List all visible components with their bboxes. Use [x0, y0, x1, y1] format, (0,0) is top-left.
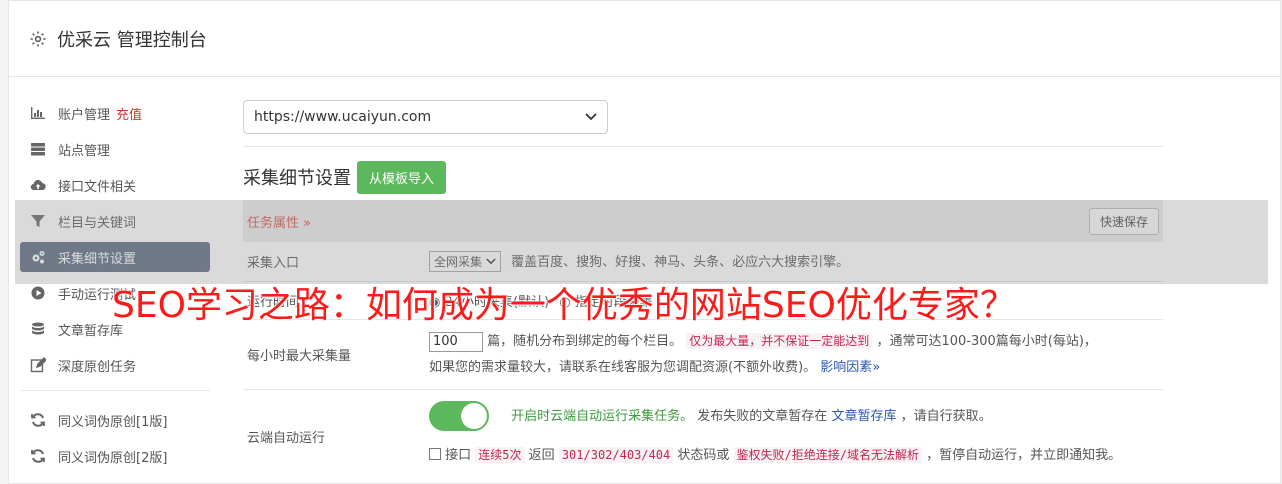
chevron-down-icon — [486, 258, 496, 265]
filter-icon — [31, 215, 45, 227]
cloud-check-6: 鉴权失败/拒绝连接/域名无法解析 — [733, 446, 922, 463]
sidebar-item-label: 采集细节设置 — [58, 251, 137, 267]
task-properties-label: 任务属性 — [247, 215, 300, 231]
cloud-auto-run-label: 云端自动运行 — [247, 430, 326, 446]
influence-factors-link[interactable]: 影响因素» — [820, 360, 880, 375]
gears-icon — [32, 251, 45, 264]
site-select[interactable]: https://www.ucaiyun.com — [243, 100, 608, 134]
sidebar-item-account[interactable]: 账户管理 充值 — [20, 98, 210, 128]
cloud-check-1: 接口 — [445, 447, 472, 463]
runtime-label: 运行时间 — [247, 295, 300, 310]
cloud-auto-run-toggle[interactable] — [429, 401, 489, 431]
double-chevron-down-icon: » — [303, 215, 312, 231]
sidebar-item-synonym-v1[interactable]: 同义词伪原创[1版] — [20, 405, 210, 435]
radio-24h-label: 24小时采集(默认) — [444, 295, 550, 310]
sidebar-item-columns-keywords[interactable]: 栏目与关键词 — [20, 206, 210, 236]
refresh-icon — [31, 449, 45, 463]
radio-period-label: 指定时段采集 — [574, 295, 653, 310]
collect-entry-select[interactable]: 全网采集 — [429, 251, 502, 272]
task-properties-toggle[interactable]: 任务属性 » — [247, 212, 311, 231]
sidebar-divider — [20, 390, 210, 391]
play-circle-icon — [31, 286, 45, 300]
sidebar-item-label: 接口文件相关 — [58, 179, 137, 195]
article-store-link[interactable]: 文章暂存库 — [831, 409, 896, 424]
row-max-per-hour: 每小时最大采集量 100 篇，随机分布到绑定的每个栏目。 仅为最大量，并不保证一… — [243, 320, 1163, 390]
refresh-icon — [31, 413, 45, 427]
edit-icon — [30, 357, 46, 373]
top-bar: 优采云 管理控制台 — [9, 1, 1280, 77]
sidebar-item-label: 站点管理 — [58, 143, 111, 159]
sidebar-item-manual-run[interactable]: 手动运行测试 — [20, 278, 210, 308]
database-icon — [32, 322, 44, 335]
collect-entry-desc: 覆盖百度、搜狗、好搜、神马、头条、必应六大搜索引擎。 — [511, 255, 850, 270]
sidebar-item-label: 同义词伪原创[2版] — [58, 450, 168, 466]
cloud-text-2: ，请自行获取。 — [900, 408, 992, 424]
sidebar-item-deep-original[interactable]: 深度原创任务 — [20, 350, 210, 380]
recharge-link[interactable]: 充值 — [116, 104, 142, 123]
max-per-hour-label: 每小时最大采集量 — [247, 349, 352, 364]
influence-factors-label: 影响因素 — [820, 360, 873, 375]
max-text-2: 仅为最大量，并不保证一定能达到 — [686, 333, 873, 349]
gear-icon — [30, 31, 46, 46]
max-per-hour-input[interactable]: 100 — [429, 332, 483, 352]
sidebar-item-label: 手动运行测试 — [58, 287, 137, 303]
cloud-green-text: 开启时云端自动运行采集任务。 — [511, 408, 694, 424]
sidebar-item-interface-files[interactable]: 接口文件相关 — [20, 170, 210, 200]
site-select-value: https://www.ucaiyun.com — [254, 109, 432, 125]
sidebar-item-label: 栏目与关键词 — [58, 215, 137, 231]
page-title: 优采云 管理控制台 — [57, 29, 207, 51]
sidebar-item-article-store[interactable]: 文章暂存库 — [20, 314, 210, 344]
sidebar: 账户管理 充值 站点管理 接口文件相关 栏目与关键词 采集细节设置 手动运行测试… — [20, 98, 210, 477]
section-header: 采集细节设置 从模板导入 — [243, 160, 1163, 194]
cloud-check-4: 301/302/403/404 — [558, 446, 674, 463]
max-text-4: 如果您的需求量较大，请联系在线客服为您调配资源(不额外收费)。 — [429, 360, 817, 375]
chevron-down-icon — [585, 113, 597, 121]
task-properties-bar: 任务属性 » 快速保存 — [243, 200, 1163, 242]
cloud-check-2: 连续5次 — [475, 446, 525, 463]
row-runtime: 运行时间 ◉ 24小时采集(默认) ○ 指定时段采集 — [243, 282, 1163, 320]
row-cloud-auto-run: 云端自动运行 开启时云端自动运行采集任务。 发布失败的文章暂存在 文章暂存库 ，… — [243, 390, 1163, 482]
max-text-3: ，通常可达100-300篇每小时(每站)， — [876, 334, 1097, 349]
sidebar-item-label: 深度原创任务 — [58, 359, 137, 375]
cloud-upload-icon — [30, 180, 46, 191]
sidebar-item-label: 文章暂存库 — [58, 323, 124, 339]
collect-entry-select-value: 全网采集 — [434, 255, 483, 269]
sidebar-item-sites[interactable]: 站点管理 — [20, 134, 210, 164]
bar-chart-icon — [31, 107, 45, 119]
cloud-check-7: ，暂停自动运行，并立即通知我。 — [926, 447, 1122, 463]
pause-checkbox[interactable] — [429, 447, 441, 460]
import-template-button[interactable]: 从模板导入 — [357, 160, 447, 194]
main-content: https://www.ucaiyun.com 采集细节设置 从模板导入 任务属… — [243, 100, 1163, 482]
sidebar-item-label: 同义词伪原创[1版] — [58, 414, 168, 430]
radio-period[interactable]: ○ — [559, 295, 570, 310]
section-title: 采集细节设置 — [243, 168, 351, 189]
server-icon — [31, 143, 45, 156]
cloud-check-3: 返回 — [528, 447, 555, 463]
double-chevron-down-icon: » — [872, 360, 881, 375]
sidebar-item-collect-settings[interactable]: 采集细节设置 — [20, 242, 210, 272]
radio-24h[interactable]: ◉ — [429, 295, 440, 310]
quick-save-button[interactable]: 快速保存 — [1088, 207, 1159, 235]
toggle-knob — [461, 403, 487, 429]
sidebar-item-synonym-v2[interactable]: 同义词伪原创[2版] — [20, 441, 210, 471]
row-collect-entry: 采集入口 全网采集 覆盖百度、搜狗、好搜、神马、头条、必应六大搜索引擎。 — [243, 242, 1163, 282]
cloud-check-5: 状态码或 — [677, 447, 730, 463]
collect-entry-label: 采集入口 — [247, 256, 300, 271]
divider — [243, 146, 1163, 147]
max-text-1: 篇，随机分布到绑定的每个栏目。 — [487, 334, 683, 349]
cloud-text-1: 发布失败的文章暂存在 — [697, 408, 828, 424]
sidebar-item-label: 账户管理 — [58, 107, 111, 123]
